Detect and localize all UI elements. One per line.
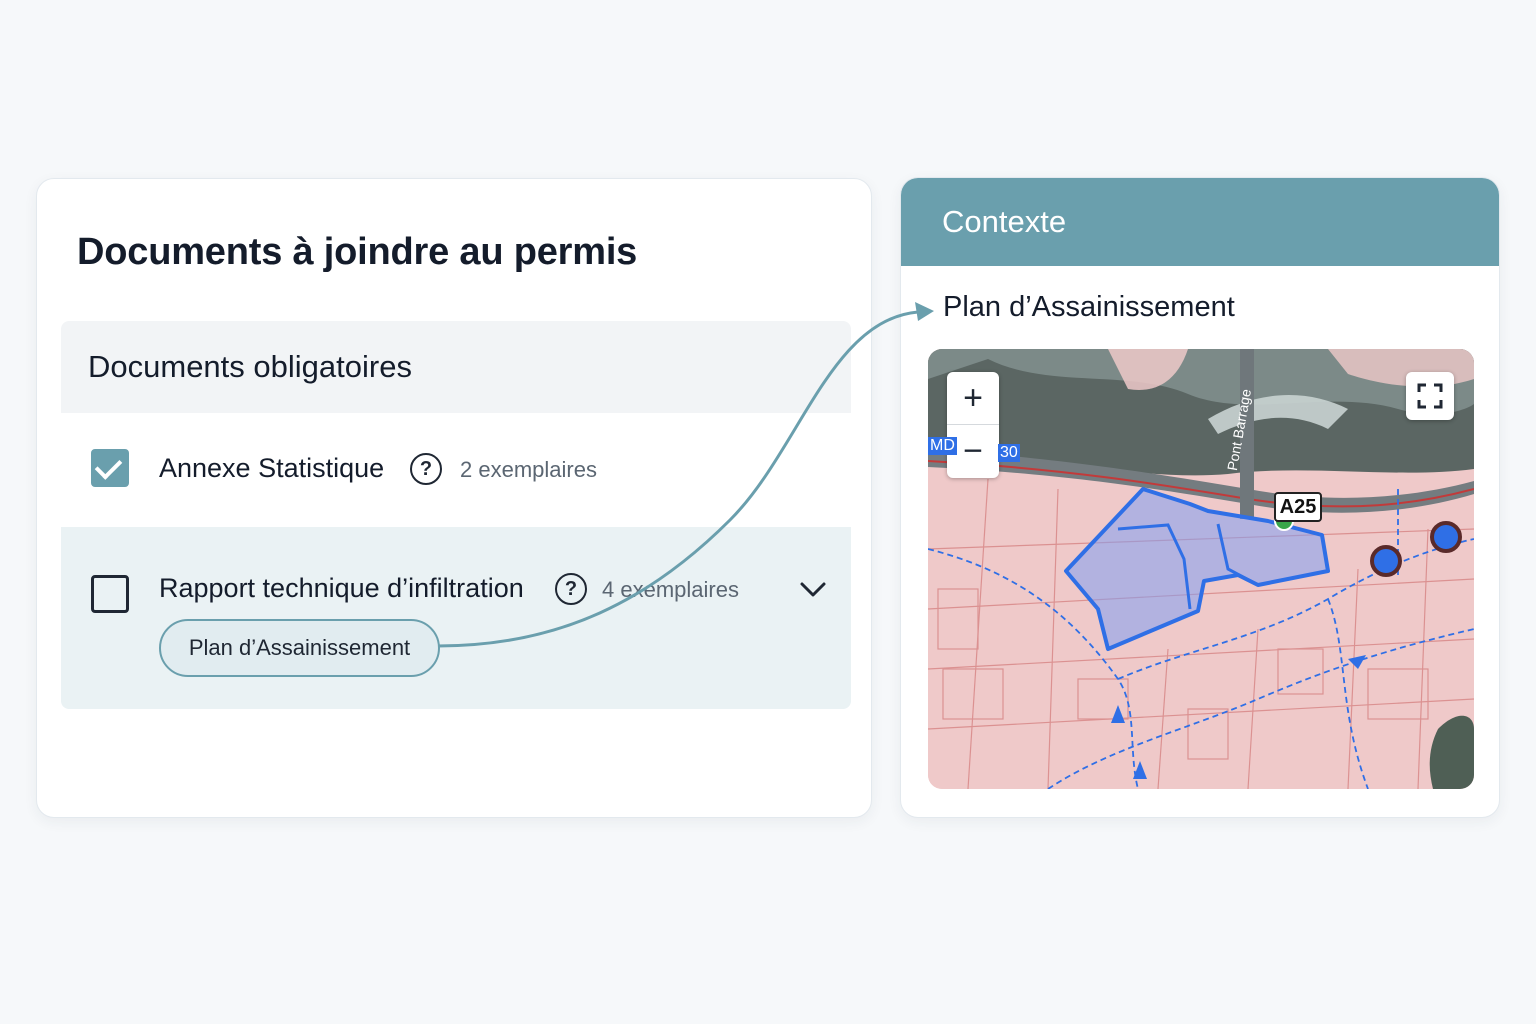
road-badge: A25 [1274,492,1322,522]
document-label: Annexe Statistique [159,453,385,483]
page-title: Documents à joindre au permis [77,231,638,273]
sanitation-map[interactable]: + − A25 MD 30 Pont Barrage [928,349,1474,789]
plan-assainissement-tag[interactable]: Plan d’Assainissement [159,619,440,677]
road-number-label: 30 [998,444,1020,462]
section-header: Documents obligatoires [61,321,851,413]
document-label: Rapport technique d’infiltration [159,573,524,603]
copies-count: 2 exemplaires [460,457,597,482]
fullscreen-button[interactable] [1406,372,1454,420]
zoom-in-button[interactable]: + [947,372,999,425]
documents-card: Documents à joindre au permis Documents … [36,178,872,818]
document-row-annexe: Annexe Statistique ? 2 exemplaires [61,413,851,527]
context-title: Contexte [942,204,1067,239]
help-icon[interactable]: ? [555,573,587,605]
section-title: Documents obligatoires [88,349,412,384]
chevron-down-icon[interactable] [799,579,827,599]
fullscreen-icon [1417,383,1443,409]
rapport-checkbox[interactable] [91,575,129,613]
document-row-rapport: Rapport technique d’infiltration ? 4 exe… [61,527,851,709]
zoom-control: + − [947,372,999,478]
copies-count: 4 exemplaires [602,577,739,602]
context-card: Contexte Plan d’Assainissement + − A25 M… [900,177,1500,818]
help-icon[interactable]: ? [410,453,442,485]
road-label: MD [928,437,957,455]
map-canvas [928,349,1474,789]
context-header: Contexte [901,178,1499,266]
annexe-checkbox[interactable] [91,449,129,487]
mandatory-documents-section: Documents obligatoires Annexe Statistiqu… [61,321,851,709]
context-subtitle: Plan d’Assainissement [943,291,1235,323]
